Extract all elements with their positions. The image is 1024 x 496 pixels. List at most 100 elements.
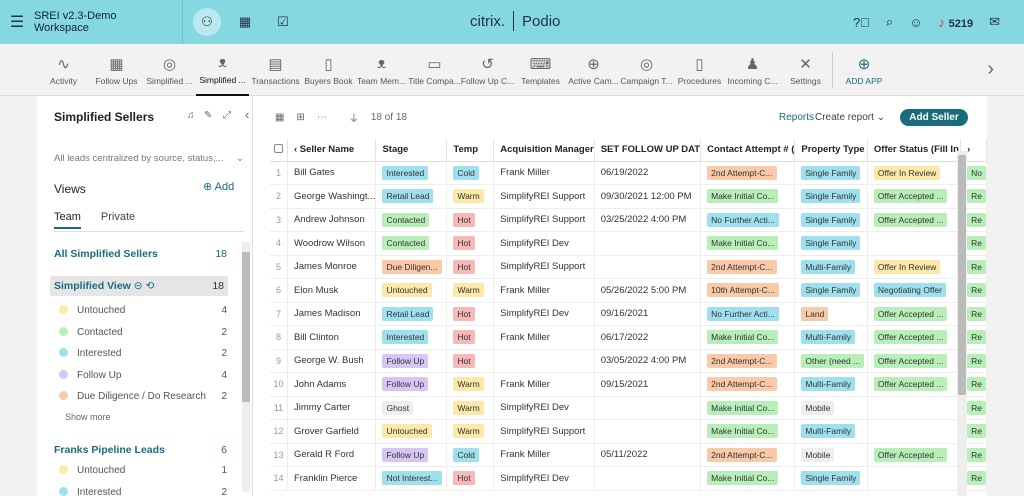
contact-attempt-cell[interactable]: Make Initial Co... — [700, 325, 796, 350]
stage-cell[interactable]: Retail Lead — [375, 184, 448, 209]
stage-cell[interactable]: Retail Lead — [375, 302, 448, 326]
manager-cell[interactable] — [493, 349, 595, 373]
seller-name-cell[interactable]: Grover Garfield — [287, 419, 377, 444]
temp-cell[interactable]: Hot — [446, 349, 495, 373]
table-row[interactable]: 1 Bill Gates Interested Cold Frank Miller 06/… — [270, 161, 987, 185]
contact-attempt-cell[interactable]: Make Initial Co... — [700, 231, 796, 256]
offer-status-cell[interactable]: Offer In Review — [867, 255, 962, 279]
temp-cell[interactable]: Hot — [446, 255, 495, 279]
follow-up-date-cell[interactable]: 09/15/2021 — [594, 372, 702, 397]
property-type-cell[interactable]: Single Family — [794, 278, 868, 303]
table-row[interactable]: 6 Elon Musk Untouched Warm Frank Miller 05/26… — [270, 278, 987, 303]
app-6[interactable]: ᴥ Team Mem... — [355, 44, 408, 96]
contact-attempt-cell[interactable]: No Further Acti... — [700, 208, 796, 232]
property-type-cell[interactable]: Single Family — [794, 161, 868, 185]
manager-cell[interactable]: SimplifyREI Dev — [493, 302, 595, 326]
temp-cell[interactable]: Warm — [446, 396, 495, 420]
stage-filter-item[interactable]: Contacted 2 — [59, 326, 227, 338]
collapse-icon[interactable]: ‹ — [245, 107, 249, 122]
seller-name-cell[interactable]: James Madison — [287, 302, 377, 326]
stage-cell[interactable]: Contacted — [375, 231, 448, 256]
table-row[interactable]: 14 Franklin Pierce Not Interest... Hot Simpl… — [270, 466, 987, 491]
stage-cell[interactable]: Follow Up — [375, 349, 448, 373]
offer-status-cell[interactable] — [867, 419, 962, 444]
seller-name-cell[interactable]: John Adams — [287, 372, 377, 397]
contact-attempt-cell[interactable]: Make Initial Co... — [700, 184, 796, 209]
contact-attempt-cell[interactable]: 2nd Attempt-C... — [700, 372, 796, 397]
app-11[interactable]: ◎ Campaign T... — [620, 44, 673, 96]
app-7[interactable]: ▭ Title Compa... — [408, 44, 461, 96]
app-5[interactable]: ▯ Buyers Book — [302, 44, 355, 96]
temp-cell[interactable]: Hot — [446, 231, 495, 256]
column-header[interactable]: Contact Attempt # ( — [700, 139, 796, 162]
stage-cell[interactable]: Due Diligen... — [375, 255, 448, 279]
column-header[interactable]: ‹ Seller Name — [287, 139, 377, 162]
table-row[interactable]: 11 Jimmy Carter Ghost Warm SimplifyREI Dev Ma… — [270, 396, 987, 420]
stage-filter-item[interactable]: Untouched 1 — [59, 465, 227, 476]
manager-cell[interactable]: SimplifyREI Dev — [493, 466, 595, 491]
follow-up-date-cell[interactable] — [594, 396, 702, 420]
chevron-right-icon[interactable]: › — [987, 58, 994, 81]
app-10[interactable]: ⊕ Active Cam... — [567, 44, 620, 96]
temp-cell[interactable]: Hot — [446, 302, 495, 326]
seller-name-cell[interactable]: Franklin Pierce — [287, 466, 377, 491]
contact-attempt-cell[interactable]: 2nd Attempt-C... — [700, 161, 796, 185]
follow-up-date-cell[interactable]: 03/05/2022 4:00 PM — [594, 349, 702, 373]
contact-attempt-cell[interactable]: Make Initial Co... — [700, 396, 796, 420]
seller-name-cell[interactable]: George W. Bush — [287, 349, 377, 373]
offer-status-cell[interactable]: Offer Accepted ... — [867, 184, 962, 209]
table-row[interactable]: 2 George Washingt... Retail Lead Warm Simpli… — [270, 184, 987, 209]
stage-cell[interactable]: Follow Up — [375, 372, 448, 397]
column-header[interactable]: Stage — [375, 139, 448, 162]
stage-cell[interactable]: Follow Up — [375, 443, 448, 467]
app-8[interactable]: ↺ Follow Up C... — [461, 44, 514, 96]
temp-cell[interactable]: Warm — [446, 372, 495, 397]
table-row[interactable]: 7 James Madison Retail Lead Hot SimplifyREI … — [270, 302, 987, 326]
temp-cell[interactable]: Hot — [446, 325, 495, 350]
create-report-dropdown[interactable]: Create report ⌄ — [815, 112, 885, 123]
select-all-checkbox[interactable] — [270, 139, 288, 162]
table-row[interactable]: 5 James Monroe Due Diligen... Hot SimplifyRE… — [270, 255, 987, 279]
view-all-sellers[interactable]: All Simplified Sellers 18 — [54, 248, 227, 260]
app-12[interactable]: ▯ Procedures — [673, 44, 726, 96]
menu-icon[interactable]: ☰ — [0, 12, 34, 32]
app-1[interactable]: ▦ Follow Ups — [90, 44, 143, 96]
temp-cell[interactable]: Hot — [446, 208, 495, 232]
follow-up-date-cell[interactable]: 05/26/2022 5:00 PM — [594, 278, 702, 303]
help-icon[interactable]: ?⃝ — [853, 15, 870, 30]
offer-status-cell[interactable]: Offer Accepted ... — [867, 325, 962, 350]
table-row[interactable]: 9 George W. Bush Follow Up Hot 03/05/2022 4:… — [270, 349, 987, 373]
seller-name-cell[interactable]: Bill Clinton — [287, 325, 377, 350]
tab-private[interactable]: Private — [101, 211, 135, 229]
follow-up-date-cell[interactable]: 06/19/2022 — [594, 161, 702, 185]
seller-name-cell[interactable]: Woodrow Wilson — [287, 231, 377, 256]
offer-status-cell[interactable] — [867, 466, 962, 491]
calendar-icon[interactable]: ▦ — [231, 8, 259, 36]
property-type-cell[interactable]: Single Family — [794, 184, 868, 209]
contact-attempt-cell[interactable]: Make Initial Co... — [700, 419, 796, 444]
table-row[interactable]: 12 Grover Garfield Untouched Warm SimplifyRE… — [270, 419, 987, 444]
column-header[interactable]: SET FOLLOW UP DAT — [594, 139, 702, 162]
add-app-button[interactable]: ⊕ ADD APP — [833, 44, 895, 96]
layout-icon[interactable]: ⊞ — [296, 112, 304, 123]
show-more-link[interactable]: Show more — [65, 412, 111, 422]
property-type-cell[interactable]: Single Family — [794, 208, 868, 232]
expand-icon[interactable]: ⤢ — [223, 110, 231, 121]
property-type-cell[interactable]: Multi-Family — [794, 255, 868, 279]
stage-cell[interactable]: Interested — [375, 325, 448, 350]
offer-status-cell[interactable]: Offer Accepted ... — [867, 349, 962, 373]
manager-cell[interactable]: SimplifyREI Support — [493, 419, 595, 444]
stage-filter-item[interactable]: Interested 2 — [59, 348, 227, 359]
column-header[interactable]: Offer Status (Fill In — [867, 139, 962, 162]
stage-cell[interactable]: Not Interest... — [375, 466, 448, 491]
app-0[interactable]: ∿ Activity — [37, 44, 90, 96]
manager-cell[interactable]: SimplifyREI Dev — [493, 396, 595, 420]
contact-attempt-cell[interactable]: 10th Attempt-C... — [700, 278, 796, 303]
follow-up-date-cell[interactable]: 09/16/2021 — [594, 302, 702, 326]
stage-filter-item[interactable]: Follow Up 4 — [59, 369, 227, 381]
offer-status-cell[interactable]: Offer Accepted ... — [867, 302, 962, 326]
app-9[interactable]: ⌨ Templates — [514, 44, 567, 96]
contact-attempt-cell[interactable]: Make Initial Co... — [700, 466, 796, 491]
sidebar-scrollbar[interactable] — [242, 242, 250, 492]
app-3[interactable]: ᴥ Simplified ... — [196, 44, 249, 96]
